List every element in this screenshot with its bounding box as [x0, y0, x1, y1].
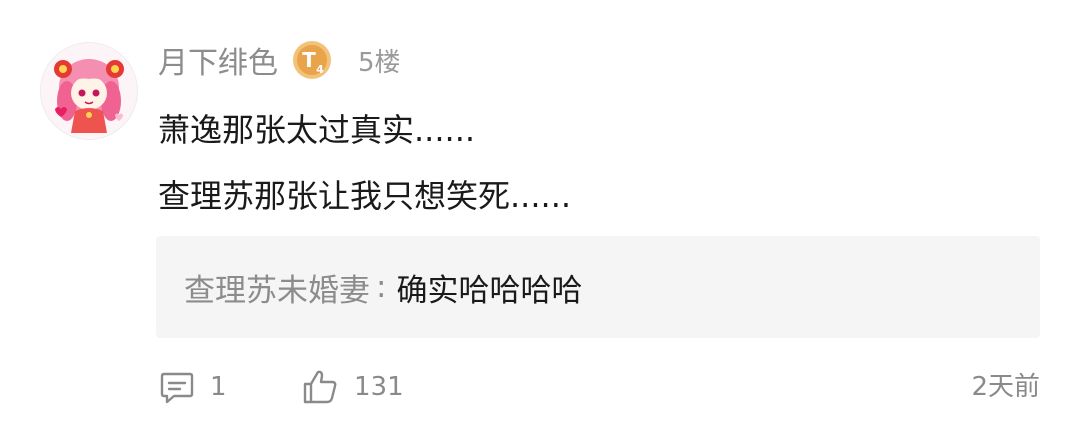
- comment-footer: 1 131 2天前: [158, 364, 1040, 410]
- like-count: 131: [354, 372, 404, 402]
- reply-button[interactable]: 1: [158, 364, 227, 410]
- comment-bubble-icon: [158, 368, 196, 406]
- username[interactable]: 月下绯色: [158, 38, 278, 82]
- reply-author[interactable]: 查理苏未婚妻: [184, 265, 370, 310]
- timestamp: 2天前: [971, 372, 1040, 402]
- avatar[interactable]: [40, 42, 138, 140]
- comment-header: 月下绯色 T 4 5楼: [158, 36, 401, 84]
- thumbs-up-icon: [300, 367, 340, 407]
- comment-line-1: 萧逸那张太过真实......: [158, 111, 476, 149]
- svg-text:T: T: [302, 48, 316, 72]
- reply-preview[interactable]: 查理苏未婚妻 : 确实哈哈哈哈: [156, 236, 1040, 338]
- reply-text: 确实哈哈哈哈: [396, 272, 583, 309]
- avatar-image: [41, 43, 137, 139]
- reply-separator: :: [376, 269, 387, 305]
- reply-count: 1: [210, 372, 227, 402]
- level-badge-icon: T 4: [292, 40, 332, 80]
- comment-line-2: 查理苏那张让我只想笑死......: [158, 177, 572, 215]
- svg-text:4: 4: [316, 63, 324, 76]
- floor-number: 5楼: [358, 47, 401, 78]
- like-button[interactable]: 131: [300, 364, 404, 410]
